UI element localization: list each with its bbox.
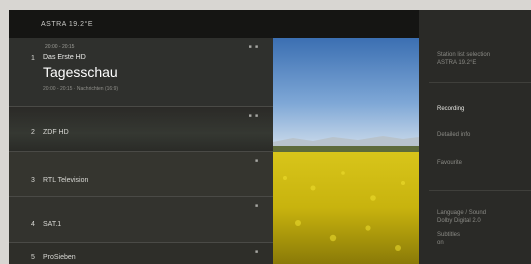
menu-item-recording[interactable]: Recording: [437, 106, 464, 112]
channel-number: 5: [31, 254, 35, 261]
channel-row-4[interactable]: 4 SAT.1 ■: [9, 197, 273, 243]
language-sound-value: Dolby Digital 2.0: [437, 218, 481, 224]
menu-item-favourite[interactable]: Favourite: [437, 160, 462, 166]
channel-name: ProSieben: [43, 254, 76, 261]
program-time: 20:00 - 20:15: [45, 44, 75, 50]
station-list-label[interactable]: Station list selection: [437, 52, 490, 58]
channel-name: SAT.1: [43, 221, 62, 228]
menu-divider: [429, 190, 531, 191]
menu-divider: [429, 82, 531, 83]
satellite-title: ASTRA 19.2°E: [41, 21, 93, 28]
channel-name: RTL Television: [43, 177, 89, 184]
channel-row-5[interactable]: 5 ProSieben ■: [9, 243, 273, 264]
program-title: Tagesschau: [43, 64, 118, 80]
channel-badges: ■ ■: [248, 113, 259, 119]
options-menu: Station list selection ASTRA 19.2°E Reco…: [419, 10, 531, 264]
channel-number: 3: [31, 177, 35, 184]
channel-badges: ■: [254, 249, 259, 255]
channel-row-3[interactable]: 3 RTL Television ■: [9, 152, 273, 197]
tv-screen: ASTRA 19.2°E 20:00 - 20:15 1 Das Erste H…: [9, 10, 531, 264]
subtitles-value: on: [437, 240, 444, 246]
channel-badges: ■ ■: [248, 44, 259, 50]
channel-number: 2: [31, 129, 35, 136]
station-list-value: ASTRA 19.2°E: [437, 60, 477, 66]
menu-item-detailed-info[interactable]: Detailed info: [437, 132, 470, 138]
channel-badges: ■: [254, 158, 259, 164]
subtitles-label[interactable]: Subtitles: [437, 232, 460, 238]
channel-number: 1: [31, 55, 35, 62]
channel-row-1[interactable]: 20:00 - 20:15 1 Das Erste HD Tagesschau …: [9, 38, 273, 107]
channel-name: Das Erste HD: [43, 54, 86, 61]
channel-list: 20:00 - 20:15 1 Das Erste HD Tagesschau …: [9, 38, 273, 264]
channel-name: ZDF HD: [43, 129, 69, 136]
preview-landscape: [273, 38, 419, 264]
channel-number: 4: [31, 221, 35, 228]
channel-preview-image: [273, 38, 419, 264]
header-bar: ASTRA 19.2°E: [9, 10, 419, 38]
channel-badges: ■: [254, 203, 259, 209]
channel-row-2[interactable]: 2 ZDF HD ■ ■: [9, 107, 273, 152]
language-sound-label[interactable]: Language / Sound: [437, 210, 486, 216]
program-details: 20:00 - 20:15 · Nachrichten (16:9): [43, 86, 119, 92]
